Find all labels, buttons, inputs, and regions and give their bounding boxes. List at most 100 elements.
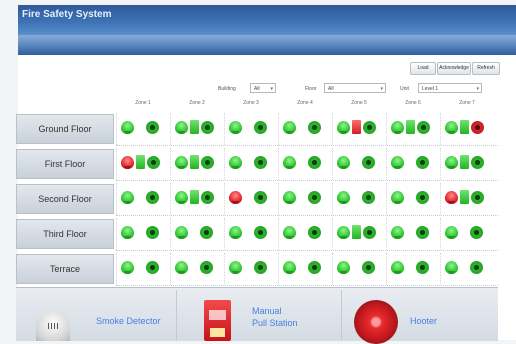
zone-header-label: Zone 6: [405, 100, 421, 106]
smoke-detector-normal-icon[interactable]: [337, 121, 350, 134]
hooter-normal-icon[interactable]: [201, 121, 214, 134]
legend-divider: [341, 290, 342, 340]
hooter-normal-icon[interactable]: [146, 261, 159, 274]
pull-station-normal-icon[interactable]: [190, 190, 199, 204]
smoke-detector-normal-icon[interactable]: [283, 121, 296, 134]
floor-label[interactable]: Ground Floor: [16, 114, 114, 144]
hooter-normal-icon[interactable]: [471, 191, 484, 204]
floor-row: First Floor: [16, 148, 498, 181]
hooter-normal-icon[interactable]: [254, 226, 267, 239]
smoke-detector-normal-icon[interactable]: [445, 156, 458, 169]
zone-header-label: Zone 5: [351, 100, 367, 106]
smoke-detector-normal-icon[interactable]: [175, 261, 188, 274]
hooter-icon: [354, 300, 398, 344]
smoke-detector-normal-icon[interactable]: [337, 226, 350, 239]
hooter-normal-icon[interactable]: [308, 156, 321, 169]
hooter-normal-icon[interactable]: [362, 261, 375, 274]
smoke-detector-normal-icon[interactable]: [391, 121, 404, 134]
smoke-detector-normal-icon[interactable]: [283, 156, 296, 169]
smoke-detector-normal-icon[interactable]: [175, 121, 188, 134]
smoke-detector-normal-icon[interactable]: [121, 191, 134, 204]
pull-station-normal-icon[interactable]: [352, 225, 361, 239]
hooter-normal-icon[interactable]: [308, 191, 321, 204]
zone-cell: [386, 218, 440, 250]
refresh-button[interactable]: Refresh: [472, 62, 500, 75]
floor-select[interactable]: All ▾: [324, 83, 386, 93]
smoke-detector-normal-icon[interactable]: [445, 121, 458, 134]
smoke-detector-normal-icon[interactable]: [175, 191, 188, 204]
smoke-detector-alarm-icon[interactable]: [229, 191, 242, 204]
pull-station-normal-icon[interactable]: [190, 120, 199, 134]
hooter-normal-icon[interactable]: [363, 226, 376, 239]
hooter-normal-icon[interactable]: [254, 156, 267, 169]
smoke-detector-alarm-icon[interactable]: [121, 156, 134, 169]
floor-label[interactable]: Third Floor: [16, 219, 114, 249]
hooter-alarm-icon[interactable]: [471, 121, 484, 134]
hooter-normal-icon[interactable]: [254, 261, 267, 274]
hooter-normal-icon[interactable]: [416, 191, 429, 204]
load-button[interactable]: Load: [410, 62, 436, 75]
zone-cell: [224, 148, 278, 180]
hooter-normal-icon[interactable]: [146, 121, 159, 134]
pull-station-normal-icon[interactable]: [406, 120, 415, 134]
floor-label[interactable]: First Floor: [16, 149, 114, 179]
smoke-detector-normal-icon[interactable]: [229, 156, 242, 169]
smoke-detector-normal-icon[interactable]: [337, 156, 350, 169]
hooter-normal-icon[interactable]: [416, 261, 429, 274]
hooter-normal-icon[interactable]: [416, 156, 429, 169]
pull-station-normal-icon[interactable]: [460, 190, 469, 204]
hooter-normal-icon[interactable]: [308, 261, 321, 274]
pull-station-normal-icon[interactable]: [460, 120, 469, 134]
smoke-detector-normal-icon[interactable]: [283, 226, 296, 239]
hooter-normal-icon[interactable]: [201, 191, 214, 204]
smoke-detector-normal-icon[interactable]: [391, 156, 404, 169]
hooter-normal-icon[interactable]: [146, 191, 159, 204]
hooter-normal-icon[interactable]: [417, 121, 430, 134]
floor-label[interactable]: Terrace: [16, 254, 114, 284]
zone-cell: [332, 113, 386, 145]
hooter-normal-icon[interactable]: [147, 156, 160, 169]
smoke-detector-alarm-icon[interactable]: [445, 191, 458, 204]
smoke-detector-normal-icon[interactable]: [391, 191, 404, 204]
legend-divider: [176, 290, 177, 340]
hooter-normal-icon[interactable]: [254, 121, 267, 134]
hooter-normal-icon[interactable]: [200, 226, 213, 239]
pull-station-normal-icon[interactable]: [190, 155, 199, 169]
smoke-detector-normal-icon[interactable]: [175, 156, 188, 169]
smoke-detector-normal-icon[interactable]: [283, 261, 296, 274]
smoke-detector-normal-icon[interactable]: [229, 121, 242, 134]
smoke-detector-normal-icon[interactable]: [337, 261, 350, 274]
smoke-detector-normal-icon[interactable]: [121, 226, 134, 239]
floor-label[interactable]: Second Floor: [16, 184, 114, 214]
smoke-detector-normal-icon[interactable]: [283, 191, 296, 204]
hooter-normal-icon[interactable]: [471, 156, 484, 169]
pull-station-normal-icon[interactable]: [460, 155, 469, 169]
smoke-detector-normal-icon[interactable]: [445, 261, 458, 274]
smoke-detector-normal-icon[interactable]: [391, 261, 404, 274]
acknowledge-button[interactable]: Acknowledge: [437, 62, 471, 75]
unit-select[interactable]: Level 1 ▾: [418, 83, 482, 93]
hooter-normal-icon[interactable]: [362, 191, 375, 204]
hooter-normal-icon[interactable]: [200, 261, 213, 274]
smoke-detector-normal-icon[interactable]: [391, 226, 404, 239]
hooter-normal-icon[interactable]: [362, 156, 375, 169]
pull-station-alarm-icon[interactable]: [352, 120, 361, 134]
smoke-detector-normal-icon[interactable]: [229, 226, 242, 239]
hooter-normal-icon[interactable]: [308, 226, 321, 239]
smoke-detector-normal-icon[interactable]: [175, 226, 188, 239]
hooter-normal-icon[interactable]: [470, 261, 483, 274]
hooter-normal-icon[interactable]: [470, 226, 483, 239]
smoke-detector-normal-icon[interactable]: [337, 191, 350, 204]
smoke-detector-normal-icon[interactable]: [229, 261, 242, 274]
hooter-normal-icon[interactable]: [308, 121, 321, 134]
hooter-normal-icon[interactable]: [363, 121, 376, 134]
smoke-detector-normal-icon[interactable]: [121, 261, 134, 274]
building-select[interactable]: All ▾: [250, 83, 276, 93]
smoke-detector-normal-icon[interactable]: [445, 226, 458, 239]
hooter-normal-icon[interactable]: [416, 226, 429, 239]
smoke-detector-normal-icon[interactable]: [121, 121, 134, 134]
hooter-normal-icon[interactable]: [201, 156, 214, 169]
hooter-normal-icon[interactable]: [146, 226, 159, 239]
pull-station-normal-icon[interactable]: [136, 155, 145, 169]
hooter-normal-icon[interactable]: [254, 191, 267, 204]
